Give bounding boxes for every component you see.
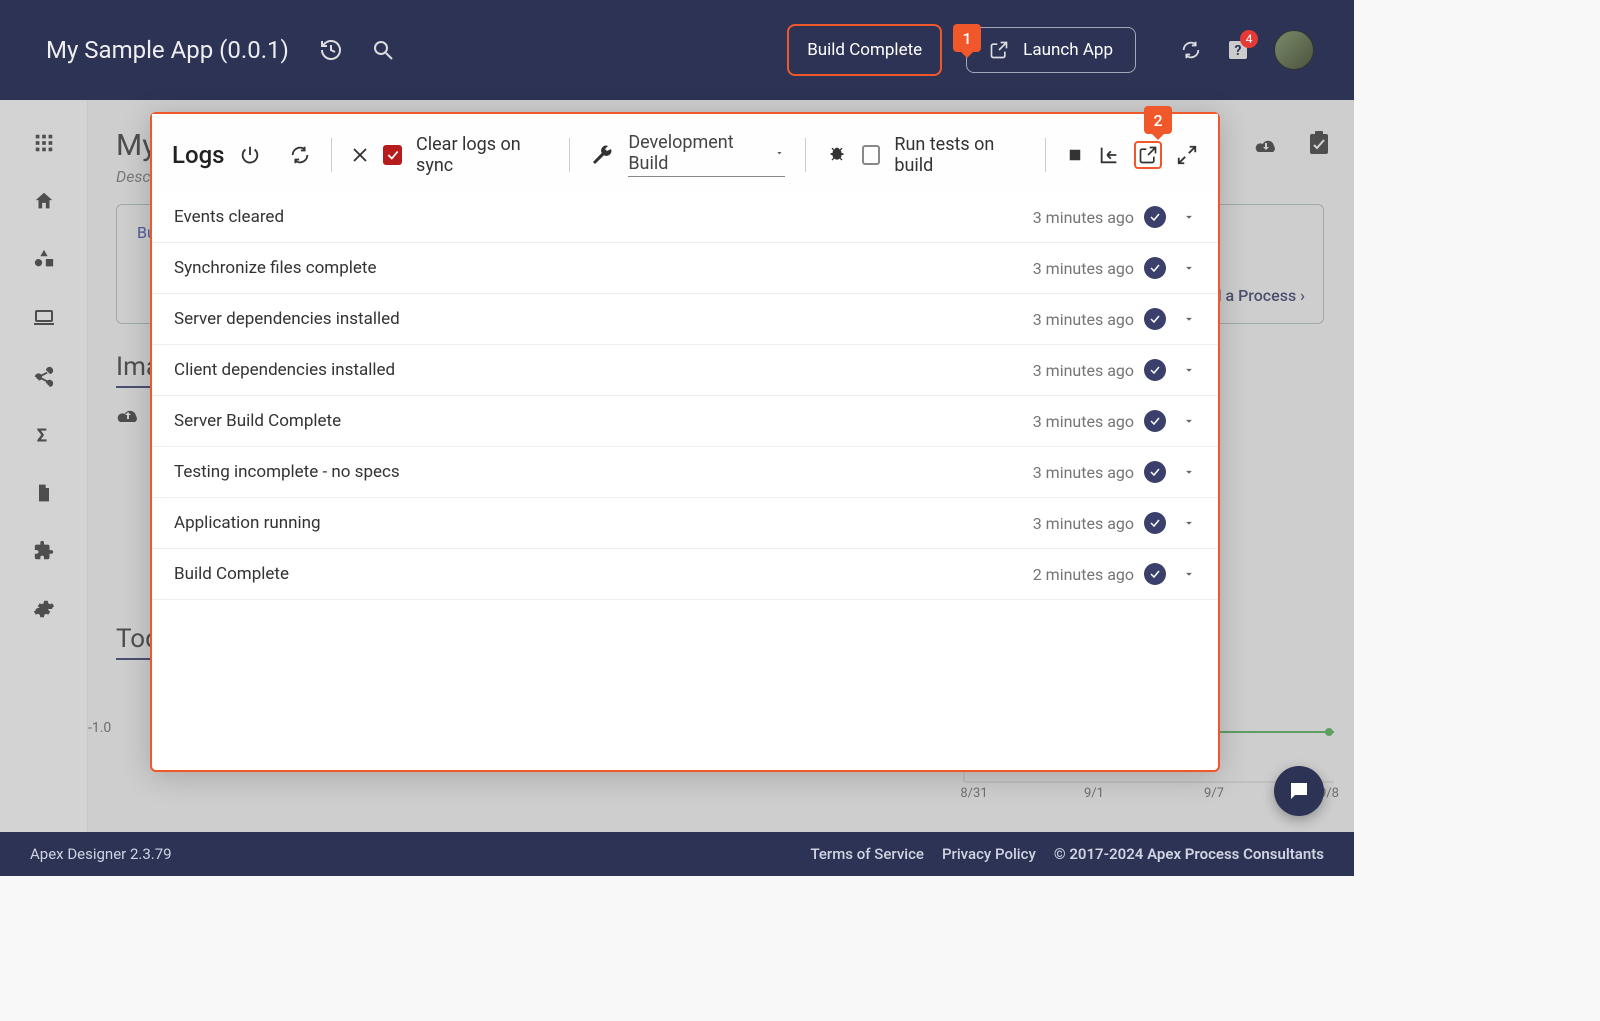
expand-icon[interactable] xyxy=(1176,144,1198,166)
notification-count: 4 xyxy=(1240,30,1258,48)
footer-version: Apex Designer 2.3.79 xyxy=(30,845,172,863)
log-row[interactable]: Application running3 minutes ago xyxy=(152,498,1218,549)
build-complete-label: Build Complete xyxy=(807,40,922,60)
close-icon[interactable] xyxy=(351,146,369,164)
log-list: Events cleared3 minutes agoSynchronize f… xyxy=(152,192,1218,600)
log-message: Events cleared xyxy=(174,207,1033,227)
check-circle-icon xyxy=(1144,461,1166,483)
footer-tos[interactable]: Terms of Service xyxy=(810,845,924,863)
chevron-down-icon[interactable] xyxy=(1182,312,1196,326)
wrench-icon[interactable] xyxy=(590,143,614,167)
chevron-down-icon[interactable] xyxy=(1182,516,1196,530)
log-message: Server dependencies installed xyxy=(174,309,1033,329)
check-circle-icon xyxy=(1144,563,1166,585)
power-icon[interactable] xyxy=(239,144,261,166)
launch-app-label: Launch App xyxy=(1023,40,1113,60)
log-time: 3 minutes ago xyxy=(1033,361,1134,380)
log-time: 3 minutes ago xyxy=(1033,310,1134,329)
log-time: 3 minutes ago xyxy=(1033,259,1134,278)
chevron-down-icon[interactable] xyxy=(1182,210,1196,224)
clear-logs-checkbox[interactable] xyxy=(383,145,402,165)
footer: Apex Designer 2.3.79 Terms of Service Pr… xyxy=(0,832,1354,876)
open-external-button[interactable] xyxy=(1134,141,1162,169)
log-row[interactable]: Server dependencies installed3 minutes a… xyxy=(152,294,1218,345)
user-avatar[interactable] xyxy=(1274,30,1314,70)
build-mode-label: Development Build xyxy=(628,132,764,174)
callout-badge-2: 2 xyxy=(1144,106,1172,134)
check-circle-icon xyxy=(1144,308,1166,330)
logs-dialog: Logs Clear logs on sync Development Buil… xyxy=(150,112,1220,772)
chevron-down-icon[interactable] xyxy=(1182,363,1196,377)
log-time: 3 minutes ago xyxy=(1033,463,1134,482)
log-message: Build Complete xyxy=(174,564,1033,584)
topbar: My Sample App (0.0.1) Build Complete Lau… xyxy=(0,0,1354,100)
run-tests-checkbox[interactable] xyxy=(862,145,881,165)
import-icon[interactable] xyxy=(1098,144,1120,166)
log-message: Synchronize files complete xyxy=(174,258,1033,278)
check-circle-icon xyxy=(1144,410,1166,432)
log-row[interactable]: Client dependencies installed3 minutes a… xyxy=(152,345,1218,396)
log-message: Client dependencies installed xyxy=(174,360,1033,380)
launch-app-button[interactable]: Launch App xyxy=(966,27,1136,73)
history-icon[interactable] xyxy=(319,38,343,62)
check-circle-icon xyxy=(1144,257,1166,279)
chevron-down-icon[interactable] xyxy=(1182,414,1196,428)
log-message: Server Build Complete xyxy=(174,411,1033,431)
chat-launcher[interactable] xyxy=(1274,766,1324,816)
log-time: 3 minutes ago xyxy=(1033,208,1134,227)
bug-icon[interactable] xyxy=(826,144,848,166)
run-tests-label: Run tests on build xyxy=(894,134,1025,176)
check-circle-icon xyxy=(1144,512,1166,534)
callout-badge-1: 1 xyxy=(953,24,981,52)
log-row[interactable]: Build Complete2 minutes ago xyxy=(152,549,1218,600)
clear-logs-label: Clear logs on sync xyxy=(416,134,549,176)
build-mode-select[interactable]: Development Build xyxy=(628,132,785,177)
svg-text:?: ? xyxy=(1235,43,1242,59)
launch-icon xyxy=(989,40,1009,60)
log-row[interactable]: Testing incomplete - no specs3 minutes a… xyxy=(152,447,1218,498)
chevron-down-icon[interactable] xyxy=(1182,567,1196,581)
refresh-logs-icon[interactable] xyxy=(289,144,311,166)
log-time: 3 minutes ago xyxy=(1033,514,1134,533)
help-notification[interactable]: ? 4 xyxy=(1226,38,1250,62)
chevron-down-icon[interactable] xyxy=(1182,261,1196,275)
check-circle-icon xyxy=(1144,359,1166,381)
log-time: 2 minutes ago xyxy=(1033,565,1134,584)
search-icon[interactable] xyxy=(371,38,395,62)
log-message: Application running xyxy=(174,513,1033,533)
chevron-down-icon[interactable] xyxy=(1182,465,1196,479)
log-row[interactable]: Server Build Complete3 minutes ago xyxy=(152,396,1218,447)
log-row[interactable]: Synchronize files complete3 minutes ago xyxy=(152,243,1218,294)
sync-icon[interactable] xyxy=(1180,39,1202,61)
build-complete-button[interactable]: Build Complete xyxy=(787,24,942,76)
log-message: Testing incomplete - no specs xyxy=(174,462,1033,482)
check-circle-icon xyxy=(1144,206,1166,228)
log-row[interactable]: Events cleared3 minutes ago xyxy=(152,192,1218,243)
footer-privacy[interactable]: Privacy Policy xyxy=(942,845,1036,863)
log-time: 3 minutes ago xyxy=(1033,412,1134,431)
app-title: My Sample App (0.0.1) xyxy=(46,36,289,64)
logs-title: Logs xyxy=(172,141,225,169)
stop-icon[interactable] xyxy=(1066,146,1084,164)
footer-copyright: © 2017-2024 Apex Process Consultants xyxy=(1054,845,1324,863)
